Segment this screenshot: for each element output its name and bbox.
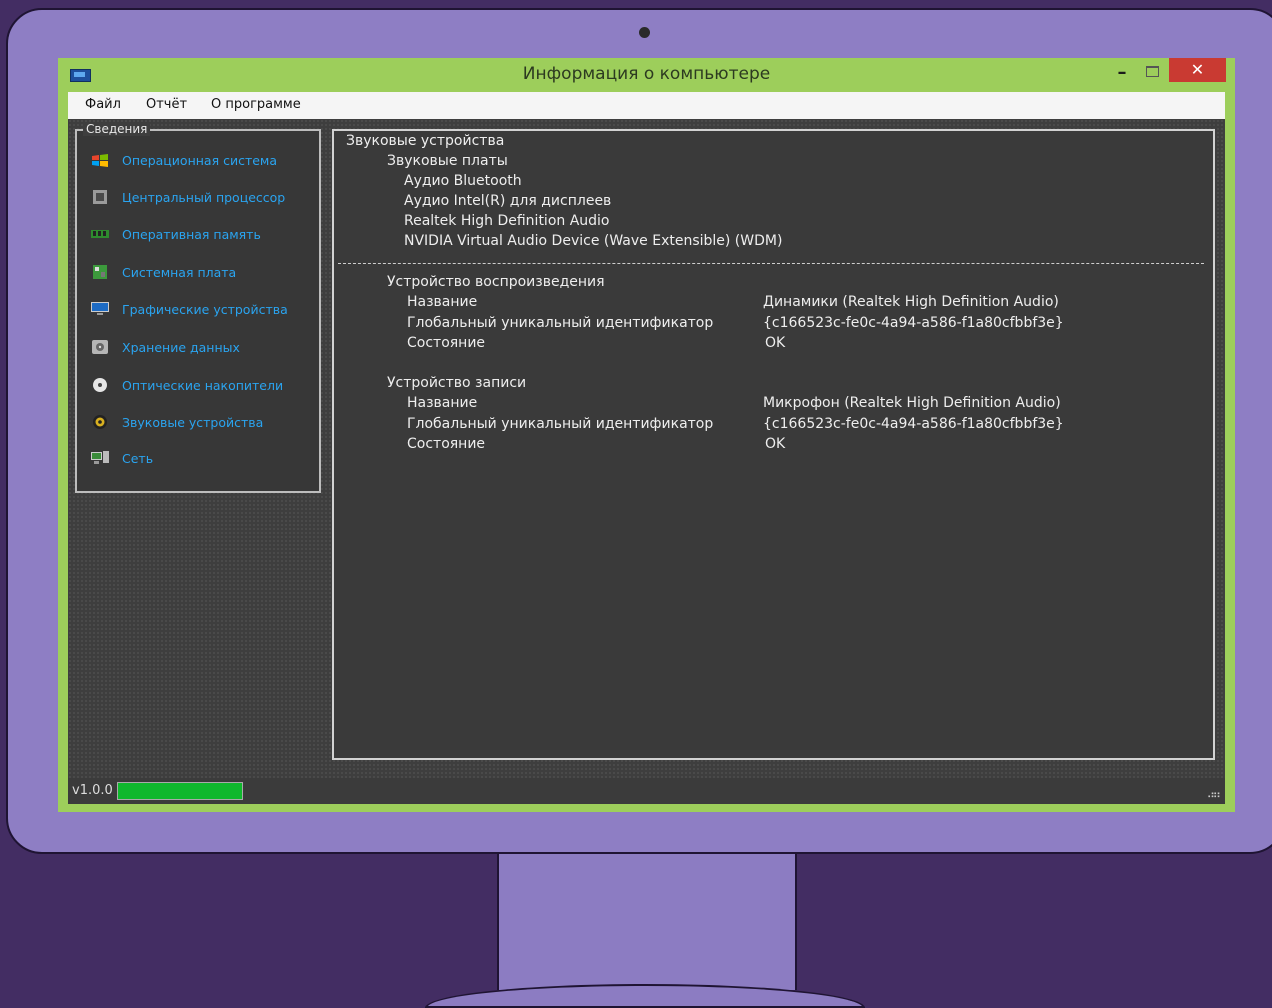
sidebar-item-label: Звуковые устройства <box>122 415 264 430</box>
property-value: OK <box>765 335 786 351</box>
property-value: Микрофон (Realtek High Definition Audio) <box>763 395 1061 411</box>
ram-icon <box>91 230 109 238</box>
status-bar: v1.0.0 ⠴⠶ <box>68 778 1225 804</box>
sidebar-item-label: Центральный процессор <box>122 190 286 205</box>
monitor-stand-base <box>425 984 865 1008</box>
property-value: {c166523c-fe0c-4a94-a586-f1a80cfbbf3e} <box>763 416 1064 432</box>
property-key: Глобальный уникальный идентификатор <box>407 315 714 331</box>
progress-bar <box>117 782 243 800</box>
sidebar-group-title: Сведения <box>83 122 151 136</box>
close-button[interactable]: ✕ <box>1169 58 1226 82</box>
section-divider <box>338 263 1204 264</box>
speaker-icon <box>93 415 107 429</box>
sidebar-item-label: Хранение данных <box>122 340 240 355</box>
recording-heading: Устройство записи <box>387 375 527 391</box>
sidebar-item-label: Системная плата <box>122 265 237 280</box>
sidebar-item-label: Оптические накопители <box>122 378 284 393</box>
property-key: Глобальный уникальный идентификатор <box>407 416 714 432</box>
playback-heading: Устройство воспроизведения <box>387 274 605 290</box>
property-value: Динамики (Realtek High Definition Audio) <box>763 294 1059 310</box>
property-value: OK <box>765 436 786 452</box>
app-window: Информация о компьютере – ✕ Файл Отчёт О… <box>58 58 1235 812</box>
sound-card-item: Аудио Intel(R) для дисплеев <box>404 193 612 209</box>
cpu-icon <box>93 190 107 204</box>
property-key: Название <box>407 294 478 310</box>
version-label: v1.0.0 <box>72 783 113 798</box>
subsection-heading: Звуковые платы <box>387 153 508 169</box>
client-area: Сведения Операционная система Центральны… <box>68 119 1225 778</box>
webcam-dot <box>639 27 650 38</box>
property-key: Состояние <box>407 436 486 452</box>
maximize-button[interactable] <box>1140 62 1164 84</box>
sound-card-item: NVIDIA Virtual Audio Device (Wave Extens… <box>404 233 783 249</box>
optical-disc-icon <box>93 378 107 392</box>
title-bar[interactable]: Информация о компьютере – ✕ <box>58 58 1235 92</box>
menu-about[interactable]: О программе <box>211 97 301 112</box>
minimize-button[interactable]: – <box>1110 62 1134 84</box>
maximize-icon <box>1146 66 1159 77</box>
sidebar-item-label: Сеть <box>122 451 154 466</box>
hard-drive-icon <box>92 340 108 354</box>
monitor-stand <box>497 850 797 990</box>
monitor-icon <box>91 302 109 315</box>
sidebar-item-label: Оперативная память <box>122 227 261 242</box>
section-heading: Звуковые устройства <box>346 133 505 149</box>
network-icon <box>91 451 109 464</box>
sidebar-item-label: Графические устройства <box>122 302 288 317</box>
resize-grip-icon[interactable]: ⠴⠶ <box>1207 788 1221 801</box>
property-key: Название <box>407 395 478 411</box>
property-value: {c166523c-fe0c-4a94-a586-f1a80cfbbf3e} <box>763 315 1064 331</box>
sidebar-item-label: Операционная система <box>122 153 278 168</box>
details-panel: Звуковые устройства Звуковые платы Аудио… <box>332 129 1215 760</box>
sound-card-item: Realtek High Definition Audio <box>404 213 610 229</box>
menu-file[interactable]: Файл <box>85 97 121 112</box>
sound-card-item: Аудио Bluetooth <box>404 173 522 189</box>
menu-report[interactable]: Отчёт <box>146 97 187 112</box>
menu-bar: Файл Отчёт О программе <box>68 92 1225 119</box>
window-title: Информация о компьютере <box>522 64 771 84</box>
property-key: Состояние <box>407 335 486 351</box>
motherboard-icon <box>93 265 107 279</box>
sidebar-group: Сведения Операционная система Центральны… <box>75 122 321 493</box>
windows-logo-icon <box>92 154 108 167</box>
